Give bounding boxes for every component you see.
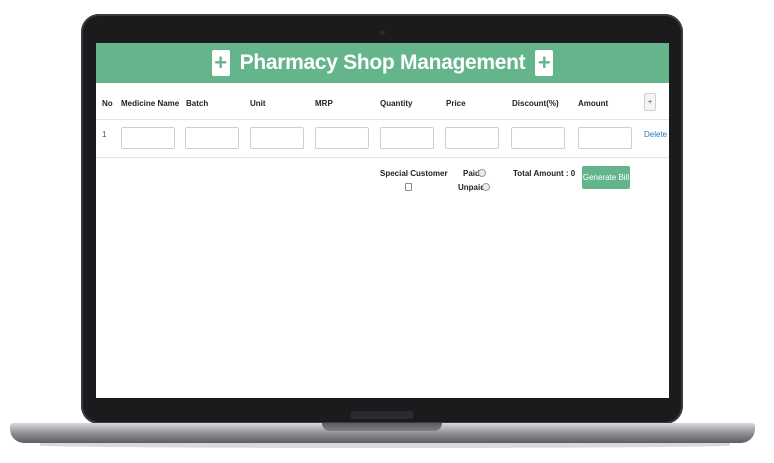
row-number: 1	[102, 130, 107, 139]
app-screen: + Pharmacy Shop Management + No Medicine…	[96, 43, 669, 398]
special-customer-label: Special Customer	[380, 169, 448, 178]
row-divider	[96, 157, 669, 158]
laptop-chin	[351, 411, 413, 419]
laptop-shadow	[40, 443, 730, 448]
medicine-name-input[interactable]	[121, 127, 175, 149]
paid-radio[interactable]	[478, 169, 486, 177]
special-customer-checkbox[interactable]	[405, 183, 412, 191]
column-header-price: Price	[446, 99, 466, 108]
unit-input[interactable]	[250, 127, 304, 149]
column-header-batch: Batch	[186, 99, 209, 108]
amount-input[interactable]	[578, 127, 632, 149]
laptop-notch	[322, 423, 442, 431]
unpaid-label: Unpaid	[458, 183, 486, 192]
webcam	[380, 30, 385, 35]
column-header-discount: Discount(%)	[512, 99, 559, 108]
price-input[interactable]	[445, 127, 499, 149]
plus-medical-icon: +	[211, 50, 230, 76]
unpaid-radio[interactable]	[482, 183, 490, 191]
total-amount: Total Amount : 0	[513, 169, 576, 178]
column-header-unit: Unit	[250, 99, 266, 108]
mrp-input[interactable]	[315, 127, 369, 149]
app-header: + Pharmacy Shop Management +	[96, 43, 669, 83]
column-header-no: No	[102, 99, 113, 108]
batch-input[interactable]	[185, 127, 239, 149]
column-header-quantity: Quantity	[380, 99, 413, 108]
column-header-amount: Amount	[578, 99, 609, 108]
column-header-medicine: Medicine Name	[121, 99, 180, 108]
header-divider	[96, 119, 669, 120]
quantity-input[interactable]	[380, 127, 434, 149]
discount-input[interactable]	[511, 127, 565, 149]
column-header-mrp: MRP	[315, 99, 333, 108]
plus-medical-icon: +	[535, 50, 554, 76]
page-title: Pharmacy Shop Management	[239, 51, 526, 74]
delete-row-link[interactable]: Delete	[644, 130, 667, 139]
add-row-button[interactable]: +	[644, 93, 656, 111]
generate-bill-button[interactable]: Generate Bill	[582, 166, 630, 189]
